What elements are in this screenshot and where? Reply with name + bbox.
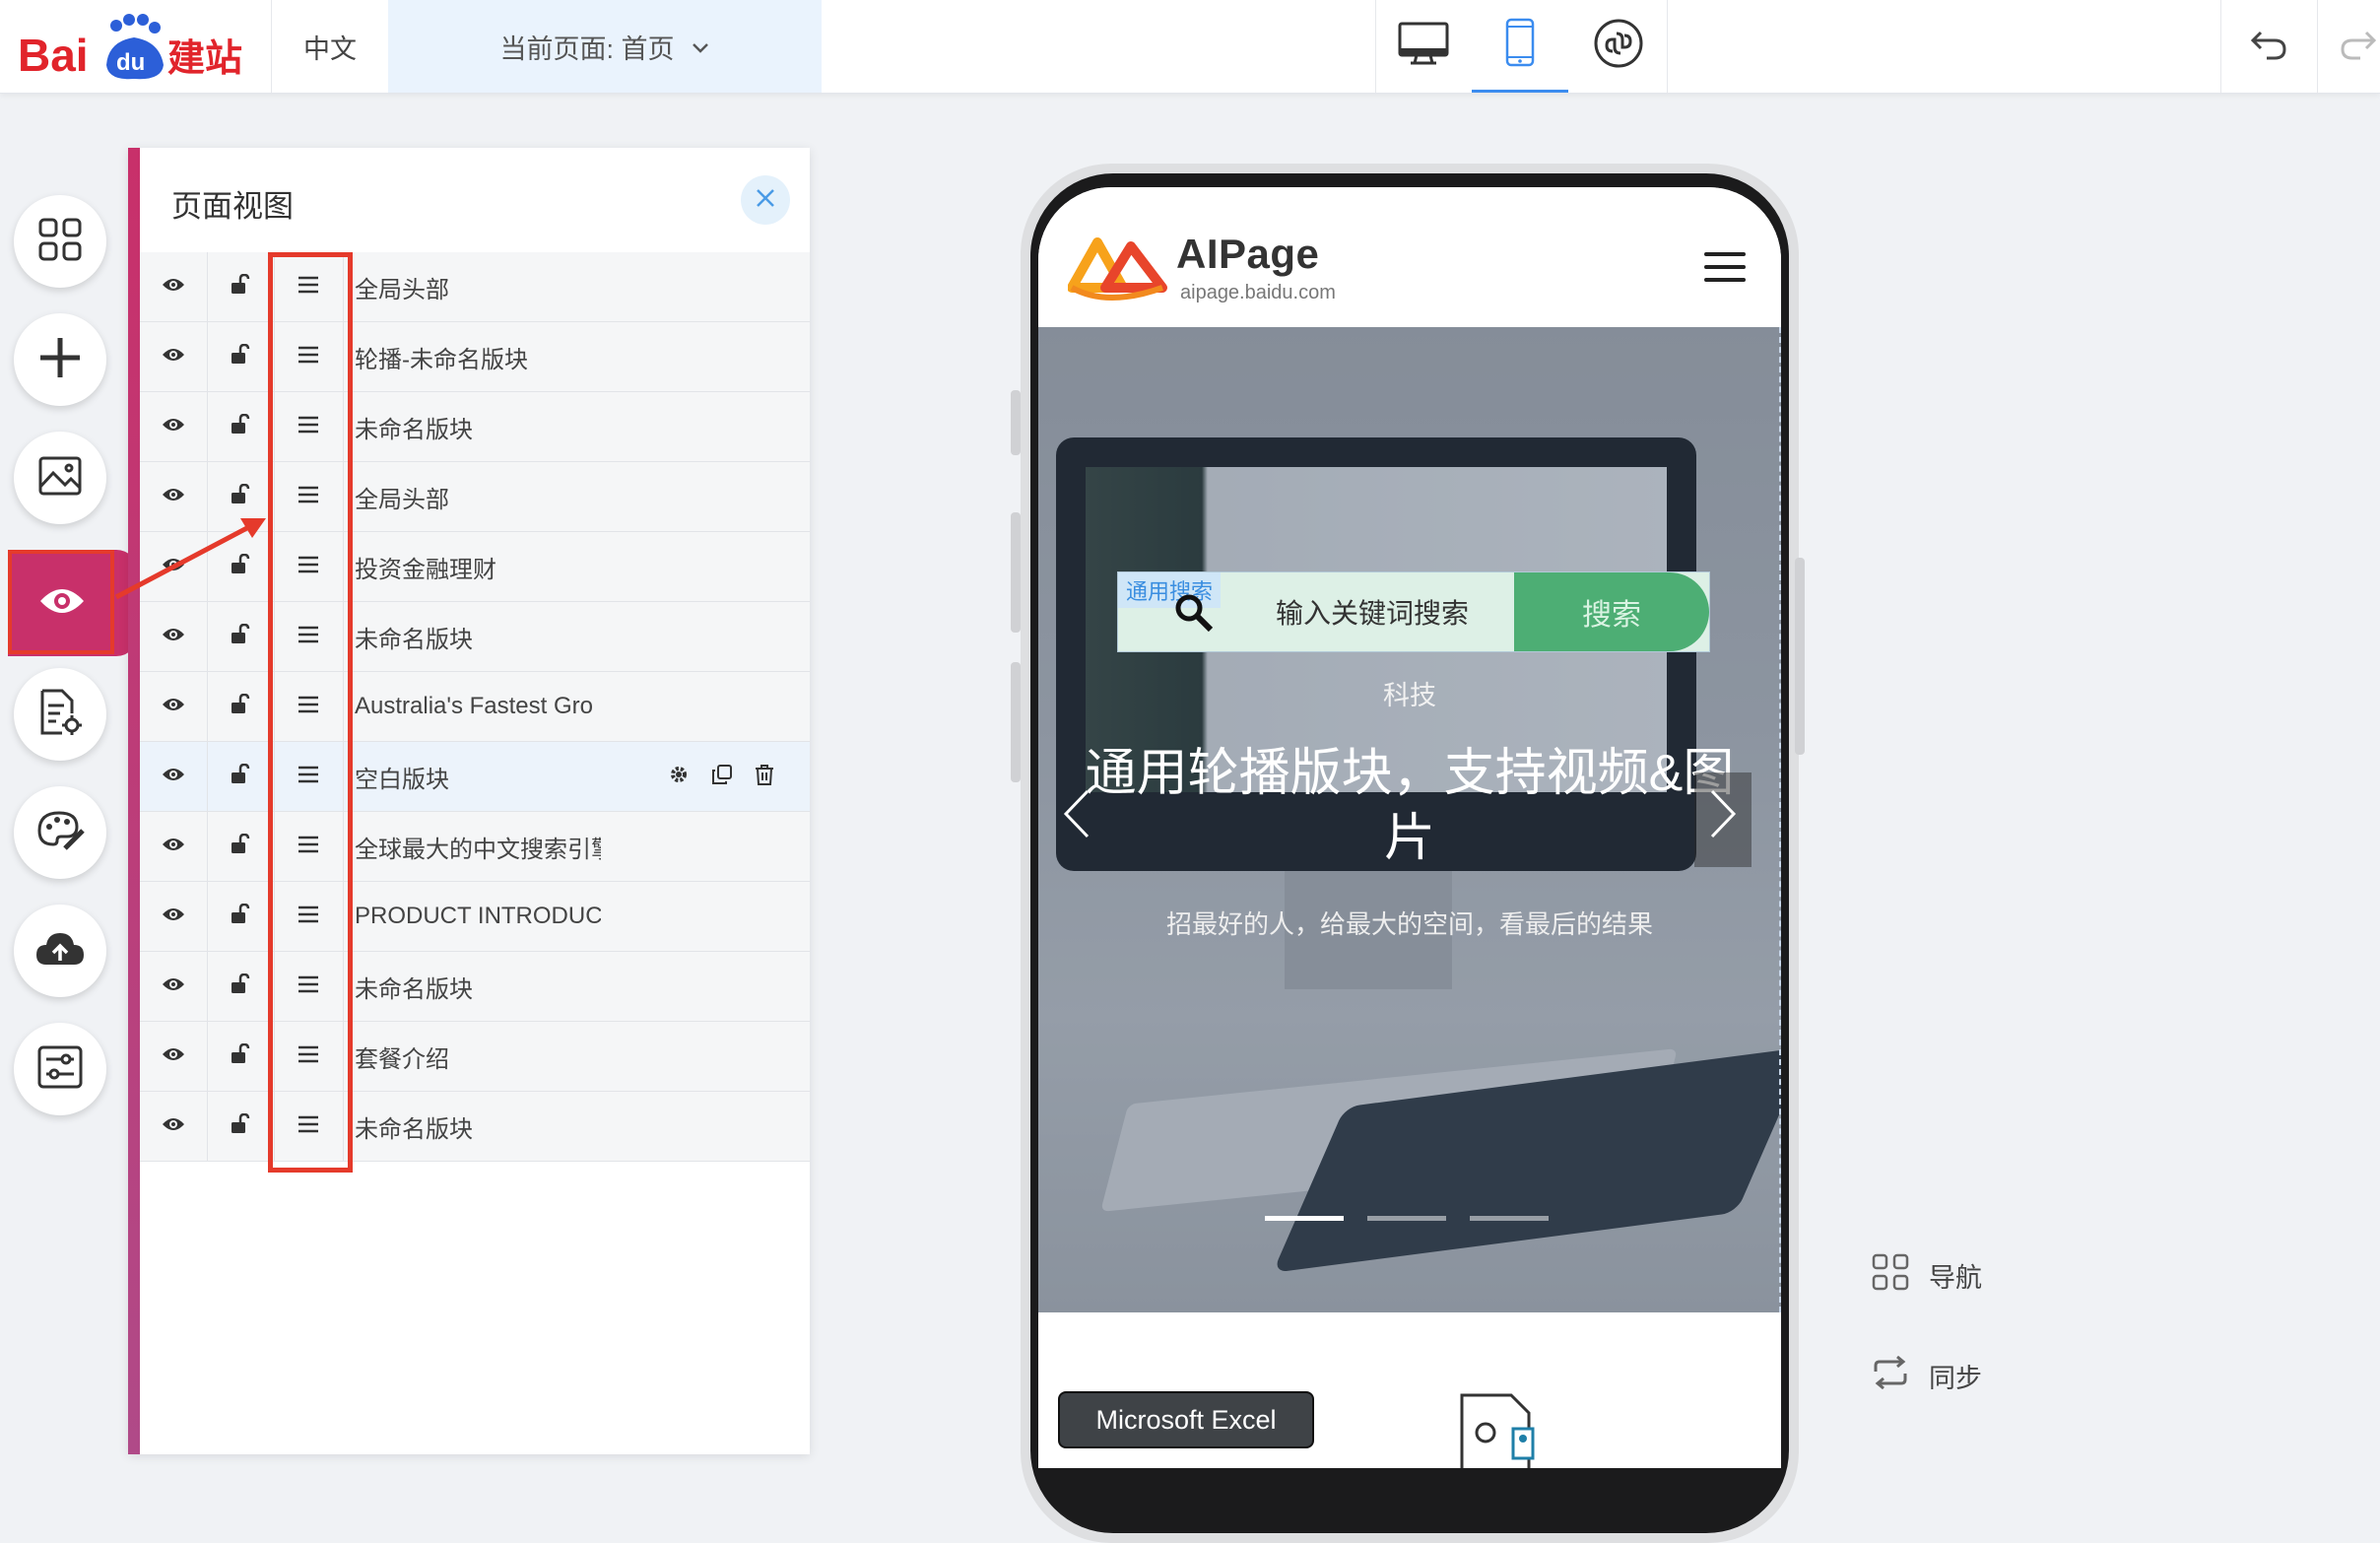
annotation-arrow <box>114 518 266 600</box>
